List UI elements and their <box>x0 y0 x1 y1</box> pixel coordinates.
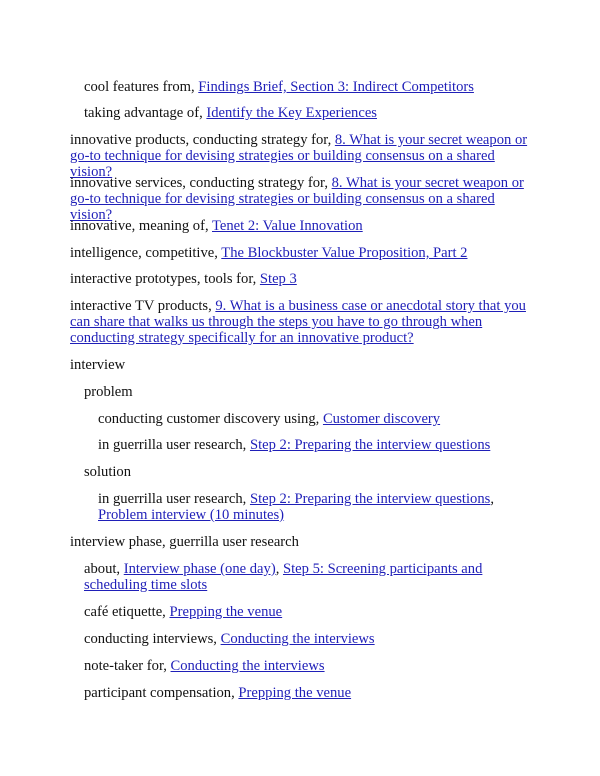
index-entry: café etiquette, Prepping the venue <box>84 604 534 620</box>
entry-term: innovative services, conducting strategy… <box>70 175 332 191</box>
index-link[interactable]: Tenet 2: Value Innovation <box>212 218 363 234</box>
entry-term: intelligence, competitive, <box>70 245 222 261</box>
entry-term: interview <box>70 357 126 373</box>
index-subentry-heading: solution <box>84 464 534 480</box>
entry-term: interactive TV products, <box>70 298 216 314</box>
entry-term: innovative products, conducting strategy… <box>70 132 335 148</box>
index-entry: about, Interview phase (one day), Step 5… <box>84 561 534 593</box>
link-separator: , <box>275 561 283 577</box>
index-entry: interactive TV products, 9. What is a bu… <box>70 298 535 346</box>
entry-term: note-taker for, <box>84 658 171 674</box>
entry-term: innovative, meaning of, <box>70 218 212 234</box>
entry-term: solution <box>84 464 132 480</box>
index-entry: in guerrilla user research, Step 2: Prep… <box>98 437 534 453</box>
entry-term: about, <box>84 561 124 577</box>
link-separator: , <box>490 491 494 507</box>
index-link[interactable]: The Blockbuster Value Proposition, Part … <box>221 245 467 261</box>
entry-term: taking advantage of, <box>84 105 207 121</box>
entry-term: café etiquette, <box>84 604 170 620</box>
index-link[interactable]: Step 2: Preparing the interview question… <box>250 437 490 453</box>
index-link[interactable]: Conducting the interviews <box>221 631 375 647</box>
index-entry: innovative services, conducting strategy… <box>70 175 535 223</box>
index-entry-heading: interview <box>70 357 535 373</box>
index-page: cool features from, Findings Brief, Sect… <box>0 0 600 776</box>
index-entry: participant compensation, Prepping the v… <box>84 685 534 701</box>
index-entry-heading: interview phase, guerrilla user research <box>70 534 535 550</box>
index-entry: note-taker for, Conducting the interview… <box>84 658 534 674</box>
index-link[interactable]: Prepping the venue <box>169 604 282 620</box>
index-entry: intelligence, competitive, The Blockbust… <box>70 245 535 261</box>
index-link[interactable]: Findings Brief, Section 3: Indirect Comp… <box>198 79 474 95</box>
entry-term: conducting interviews, <box>84 631 221 647</box>
index-link[interactable]: Identify the Key Experiences <box>206 105 377 121</box>
index-subentry-heading: problem <box>84 384 534 400</box>
index-link[interactable]: Interview phase (one day) <box>124 561 276 577</box>
index-entry: interactive prototypes, tools for, Step … <box>70 271 535 287</box>
index-entry: cool features from, Findings Brief, Sect… <box>84 79 534 95</box>
entry-term: interactive prototypes, tools for, <box>70 271 260 287</box>
index-entry: innovative products, conducting strategy… <box>70 132 535 180</box>
entry-term: participant compensation, <box>84 685 239 701</box>
index-link[interactable]: Step 3 <box>260 271 297 287</box>
entry-term: cool features from, <box>84 79 199 95</box>
entry-term: in guerrilla user research, <box>98 437 250 453</box>
index-entry: innovative, meaning of, Tenet 2: Value I… <box>70 218 535 234</box>
entry-term: conducting customer discovery using, <box>98 411 323 427</box>
index-link[interactable]: Customer discovery <box>323 411 440 427</box>
index-link[interactable]: Prepping the venue <box>238 685 351 701</box>
entry-term: interview phase, guerrilla user research <box>70 534 299 550</box>
index-link[interactable]: Step 2: Preparing the interview question… <box>250 491 490 507</box>
index-entry: in guerrilla user research, Step 2: Prep… <box>98 491 534 523</box>
index-link[interactable]: Problem interview (10 minutes) <box>98 507 284 523</box>
index-entry: conducting interviews, Conducting the in… <box>84 631 534 647</box>
entry-term: in guerrilla user research, <box>98 491 250 507</box>
entry-term: problem <box>84 384 133 400</box>
index-entry: taking advantage of, Identify the Key Ex… <box>84 105 534 121</box>
index-entry: conducting customer discovery using, Cus… <box>98 411 534 427</box>
index-link[interactable]: Conducting the interviews <box>171 658 325 674</box>
